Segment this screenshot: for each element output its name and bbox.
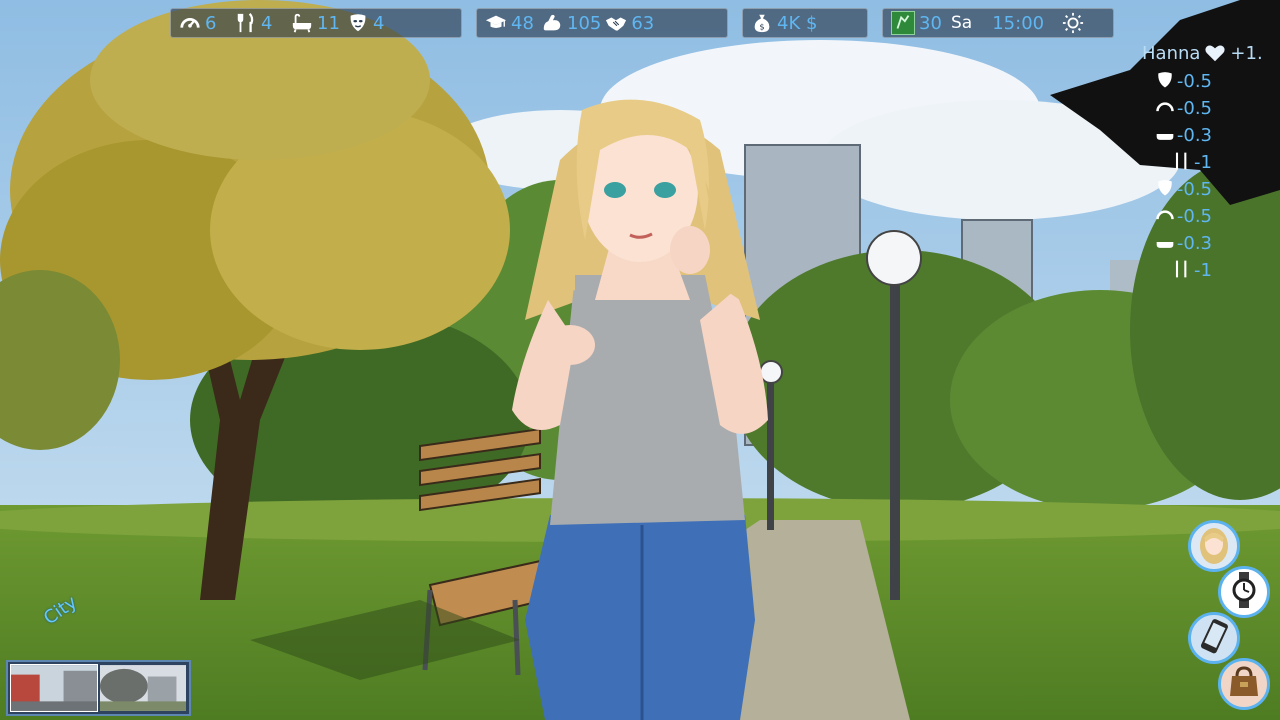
intelligence-value: 48 [511, 12, 534, 34]
feed-row: -0.5 [1155, 95, 1212, 122]
energy-stat[interactable]: 6 [179, 12, 231, 34]
strength-arm-icon [541, 12, 563, 34]
charisma-stat[interactable]: 63 [605, 12, 657, 34]
strength-value: 105 [567, 12, 602, 34]
feed-row: -0.5 [1155, 176, 1212, 203]
energy-value: 6 [205, 12, 217, 34]
park-scene-background [0, 0, 1280, 720]
mood-stat[interactable]: 4 [347, 12, 399, 34]
handbag-button[interactable] [1218, 658, 1270, 710]
bathtub-icon [1155, 232, 1175, 256]
feed-value: -0.5 [1176, 179, 1212, 200]
hygiene-value: 11 [317, 12, 340, 34]
feed-value: -0.5 [1176, 71, 1212, 92]
money-stat: $ 4K $ [751, 12, 817, 34]
park-thumbnail[interactable] [100, 665, 186, 711]
skills-panel: 48 105 63 [476, 8, 728, 38]
weekday: Sa [951, 13, 973, 33]
day-number: 30 [919, 12, 942, 34]
hunger-value: 4 [261, 12, 273, 34]
feed-value: -1 [1194, 260, 1212, 281]
fork-knife-icon [235, 12, 257, 34]
feed-value: -0.5 [1176, 98, 1212, 119]
energy-gauge-icon [1155, 205, 1175, 229]
hunger-stat[interactable]: 4 [235, 12, 287, 34]
money-value: 4K $ [777, 12, 818, 34]
mood-value: 4 [373, 12, 385, 34]
feed-value: -0.3 [1176, 125, 1212, 146]
smartphone-button[interactable] [1188, 612, 1240, 664]
stat-change-feed: -0.5 -0.5 -0.3 -1 -0.5 -0.5 -0.3 -1 [1155, 68, 1212, 284]
energy-gauge-icon [1155, 97, 1175, 121]
feed-row: -0.5 [1155, 203, 1212, 230]
fork-knife-icon [1172, 259, 1192, 283]
wristwatch-icon [1224, 570, 1264, 614]
feed-row: -0.3 [1155, 122, 1212, 149]
clock-time: 15:00 [992, 12, 1045, 34]
feed-value: -1 [1194, 152, 1212, 173]
street-thumbnail[interactable] [10, 664, 98, 712]
character-portrait-icon [1194, 524, 1234, 568]
energy-gauge-icon [179, 12, 201, 34]
handshake-icon [605, 12, 627, 34]
svg-text:$: $ [759, 21, 764, 31]
mood-mask-icon [1155, 70, 1175, 94]
feed-row: -1 [1155, 149, 1212, 176]
character-portrait-button[interactable] [1188, 520, 1240, 572]
strength-stat[interactable]: 105 [541, 12, 601, 34]
needs-panel: 6 4 11 4 [170, 8, 462, 38]
feed-value: -0.5 [1176, 206, 1212, 227]
handbag-icon [1224, 662, 1264, 706]
mood-mask-icon [347, 12, 369, 34]
sun-icon [1062, 12, 1084, 34]
graduation-cap-icon [485, 12, 507, 34]
npc-name: Hanna [1142, 42, 1201, 64]
relationship-delta: +1. [1230, 42, 1263, 64]
bathtub-icon [291, 12, 313, 34]
location-thumbnails [6, 660, 191, 716]
bathtub-icon [1155, 124, 1175, 148]
money-bag-icon: $ [751, 12, 773, 34]
wristwatch-button[interactable] [1218, 566, 1270, 618]
smartphone-icon [1194, 616, 1234, 660]
time-panel: 30 Sa 15:00 [882, 8, 1114, 38]
feed-row: -0.3 [1155, 230, 1212, 257]
feed-row: -1 [1155, 257, 1212, 284]
money-panel[interactable]: $ 4K $ [742, 8, 868, 38]
intelligence-stat[interactable]: 48 [485, 12, 537, 34]
charisma-value: 63 [631, 12, 655, 34]
mood-mask-icon [1155, 178, 1175, 202]
calendar-icon[interactable] [891, 11, 915, 35]
npc-relationship-header: Hanna +1. [1142, 42, 1263, 64]
heart-icon [1204, 42, 1226, 64]
hygiene-stat[interactable]: 11 [291, 12, 343, 34]
feed-row: -0.5 [1155, 68, 1212, 95]
feed-value: -0.3 [1176, 233, 1212, 254]
fork-knife-icon [1172, 151, 1192, 175]
